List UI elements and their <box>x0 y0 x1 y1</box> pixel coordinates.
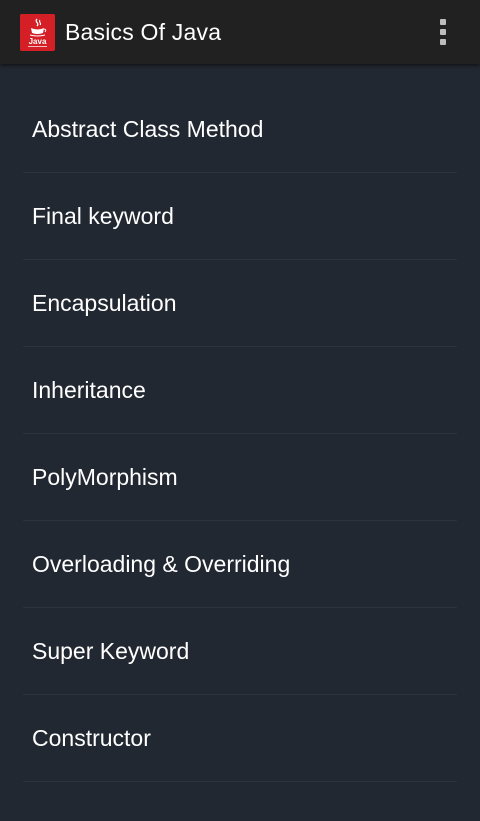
topic-item-inheritance[interactable]: Inheritance <box>23 347 457 434</box>
topic-item-overloading-overriding[interactable]: Overloading & Overriding <box>23 521 457 608</box>
topic-label: Overloading & Overriding <box>32 551 291 577</box>
app-bar: Java Basics Of Java <box>0 0 480 64</box>
overflow-menu-icon[interactable] <box>424 12 464 52</box>
topic-label: Constructor <box>32 725 151 751</box>
app-title: Basics Of Java <box>65 19 222 45</box>
topic-item-super-keyword[interactable]: Super Keyword <box>23 608 457 695</box>
topic-label: Final keyword <box>32 203 174 229</box>
topic-item-constructor[interactable]: Constructor <box>23 695 457 782</box>
svg-text:Java: Java <box>29 37 47 46</box>
topic-label: Abstract Class Method <box>32 116 264 142</box>
topic-item-encapsulation[interactable]: Encapsulation <box>23 260 457 347</box>
topic-item-final-keyword[interactable]: Final keyword <box>23 173 457 260</box>
app-screen: Java Basics Of Java Abstract Class Metho… <box>0 0 480 821</box>
java-logo-icon: Java <box>20 14 55 51</box>
topic-item-polymorphism[interactable]: PolyMorphism <box>23 434 457 521</box>
topic-label: PolyMorphism <box>32 464 178 490</box>
topic-label: Inheritance <box>32 377 146 403</box>
topic-item-abstract-class-method[interactable]: Abstract Class Method <box>23 86 457 173</box>
topic-list: Abstract Class Method Final keyword Enca… <box>0 86 480 782</box>
topic-label: Super Keyword <box>32 638 190 664</box>
topic-label: Encapsulation <box>32 290 177 316</box>
